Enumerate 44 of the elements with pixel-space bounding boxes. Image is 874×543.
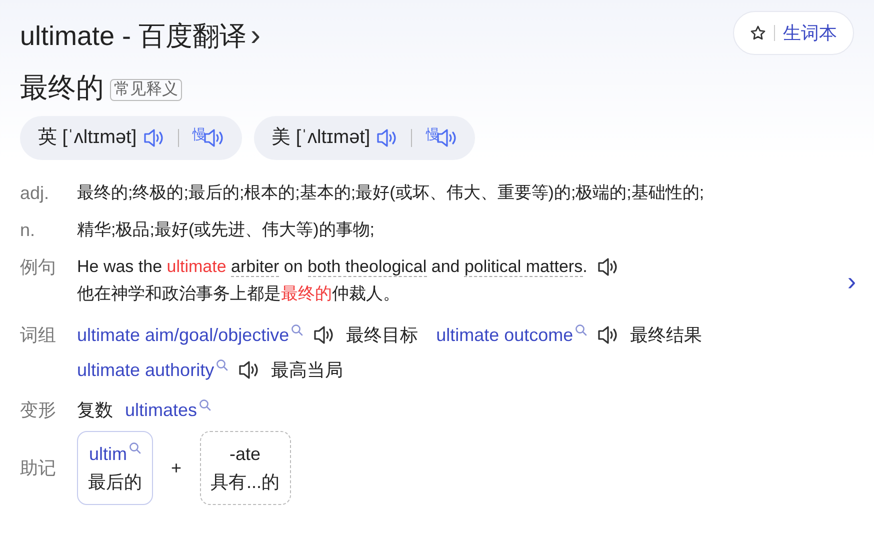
next-arrow[interactable]: › (847, 268, 856, 294)
phrase-link[interactable]: ultimate outcome (436, 322, 574, 348)
row-label: adj. (20, 182, 50, 205)
morpheme-root: -ate (230, 443, 261, 466)
speaker-icon[interactable] (597, 256, 618, 278)
morpheme-meaning: 最后的 (88, 471, 142, 494)
speaker-icon[interactable] (597, 324, 618, 346)
plus-sign: + (171, 456, 182, 480)
search-icon[interactable] (199, 399, 212, 411)
phrase-meaning: 最终目标 (346, 324, 418, 347)
row-label: 变形 (20, 399, 57, 422)
chevron-icon[interactable]: › (250, 14, 261, 58)
phrase-link[interactable]: ultimate authority (77, 357, 214, 383)
pronunciation-text: 美 [ˈʌltɪmət] (272, 126, 370, 150)
row-label: n. (20, 219, 36, 242)
inflection-type: 复数 (77, 399, 113, 422)
inflection-link[interactable]: ultimates (125, 397, 198, 423)
row-label: 助记 (20, 456, 57, 480)
row-label: 例句 (20, 256, 57, 279)
slow-audio-button[interactable]: 慢 (192, 127, 224, 149)
pronunciation-text: 英 [ˈʌltɪmət] (38, 126, 137, 150)
search-icon[interactable] (216, 359, 228, 371)
search-icon[interactable] (291, 324, 304, 336)
headword-tag: 常见释义 (110, 79, 182, 101)
example-sentence: He was the ultimate arbiter on both theological and political matters. (77, 256, 588, 279)
speaker-icon[interactable] (313, 324, 334, 346)
speaker-icon[interactable] (238, 359, 260, 381)
search-icon[interactable] (129, 442, 141, 454)
morpheme-card[interactable]: ultim 最后的 (77, 431, 153, 505)
headword: 最终的 (20, 71, 104, 105)
morpheme-root[interactable]: ultim (88, 440, 127, 468)
definition-text: 精华;极品;最好(或先进、伟大等)的事物; (77, 219, 376, 241)
example-translation: 他在神学和政治事务上都是最终的仲裁人。 (77, 283, 400, 305)
phrase-meaning: 最终结果 (630, 324, 702, 347)
search-icon[interactable] (575, 324, 588, 336)
row-label: 词组 (20, 324, 57, 347)
slow-audio-button[interactable]: 慢 (426, 127, 458, 149)
definition-text: 最终的;终极的;最后的;根本的;基本的;最好(或坏、伟大、重要等)的;极端的;基础性的; (77, 182, 706, 204)
wordbook-button[interactable]: 生词本 (733, 11, 854, 55)
phrase-meaning: 最高当局 (271, 359, 344, 382)
phrase-link[interactable]: ultimate aim/goal/objective (77, 322, 290, 348)
morpheme-meaning: 具有...的 (210, 471, 280, 494)
page-title[interactable]: ultimate - 百度翻译 (20, 14, 247, 58)
star-icon[interactable] (750, 25, 766, 41)
